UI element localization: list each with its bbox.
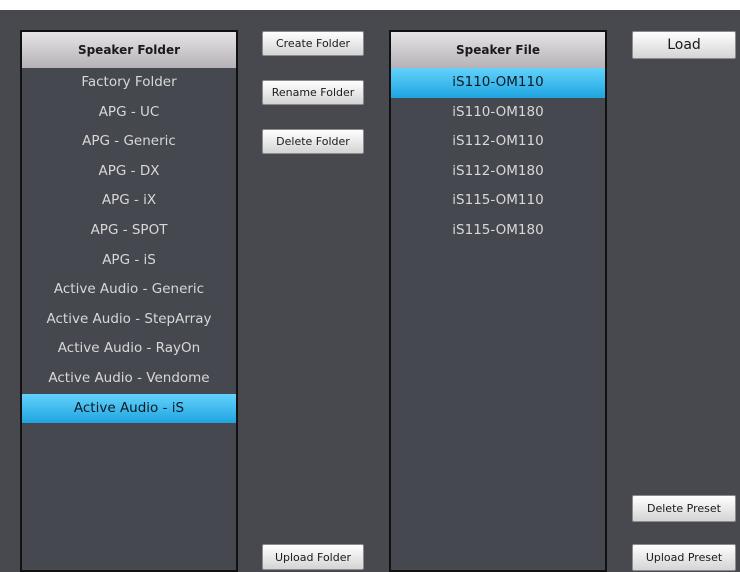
create-folder-button[interactable]: Create Folder <box>262 31 364 56</box>
window-top-edge <box>0 0 740 10</box>
rename-folder-button[interactable]: Rename Folder <box>262 80 364 105</box>
delete-preset-button[interactable]: Delete Preset <box>632 495 736 522</box>
speaker-file-panel: Speaker File iS110-OM110 iS110-OM180 iS112… <box>389 30 607 572</box>
speaker-folder-item[interactable]: Factory Folder <box>22 68 236 98</box>
speaker-folder-item[interactable]: APG - Generic <box>22 127 236 157</box>
speaker-folder-item[interactable]: APG - iX <box>22 186 236 216</box>
speaker-folder-item[interactable]: Active Audio - iS <box>22 393 236 424</box>
speaker-folder-list: Factory Folder APG - UC APG - Generic APG -… <box>22 68 236 424</box>
speaker-folder-item[interactable]: APG - iS <box>22 246 236 276</box>
delete-folder-button[interactable]: Delete Folder <box>262 129 364 154</box>
speaker-folder-item[interactable]: Active Audio - Generic <box>22 275 236 305</box>
speaker-folder-item[interactable]: Active Audio - Vendome <box>22 364 236 394</box>
speaker-file-item[interactable]: iS110-OM110 <box>391 68 605 98</box>
speaker-folder-panel: Speaker Folder Factory Folder APG - UC APG… <box>20 30 238 572</box>
speaker-folder-item[interactable]: APG - DX <box>22 157 236 187</box>
speaker-file-item[interactable]: iS112-OM180 <box>391 157 605 187</box>
upload-folder-button[interactable]: Upload Folder <box>262 544 364 570</box>
speaker-file-list: iS110-OM110 iS110-OM180 iS112-OM110 iS112-O… <box>391 68 605 246</box>
speaker-file-item[interactable]: iS112-OM110 <box>391 127 605 157</box>
speaker-folder-item[interactable]: APG - SPOT <box>22 216 236 246</box>
speaker-file-item[interactable]: iS115-OM110 <box>391 186 605 216</box>
speaker-folder-item[interactable]: APG - UC <box>22 98 236 128</box>
speaker-folder-item[interactable]: Active Audio - StepArray <box>22 305 236 335</box>
upload-preset-button[interactable]: Upload Preset <box>632 544 736 571</box>
speaker-folder-item[interactable]: Active Audio - RayOn <box>22 334 236 364</box>
load-button[interactable]: Load <box>632 31 736 59</box>
speaker-file-item[interactable]: iS110-OM180 <box>391 98 605 128</box>
speaker-folder-header: Speaker Folder <box>22 32 236 68</box>
speaker-file-item[interactable]: iS115-OM180 <box>391 216 605 246</box>
speaker-file-header: Speaker File <box>391 32 605 68</box>
